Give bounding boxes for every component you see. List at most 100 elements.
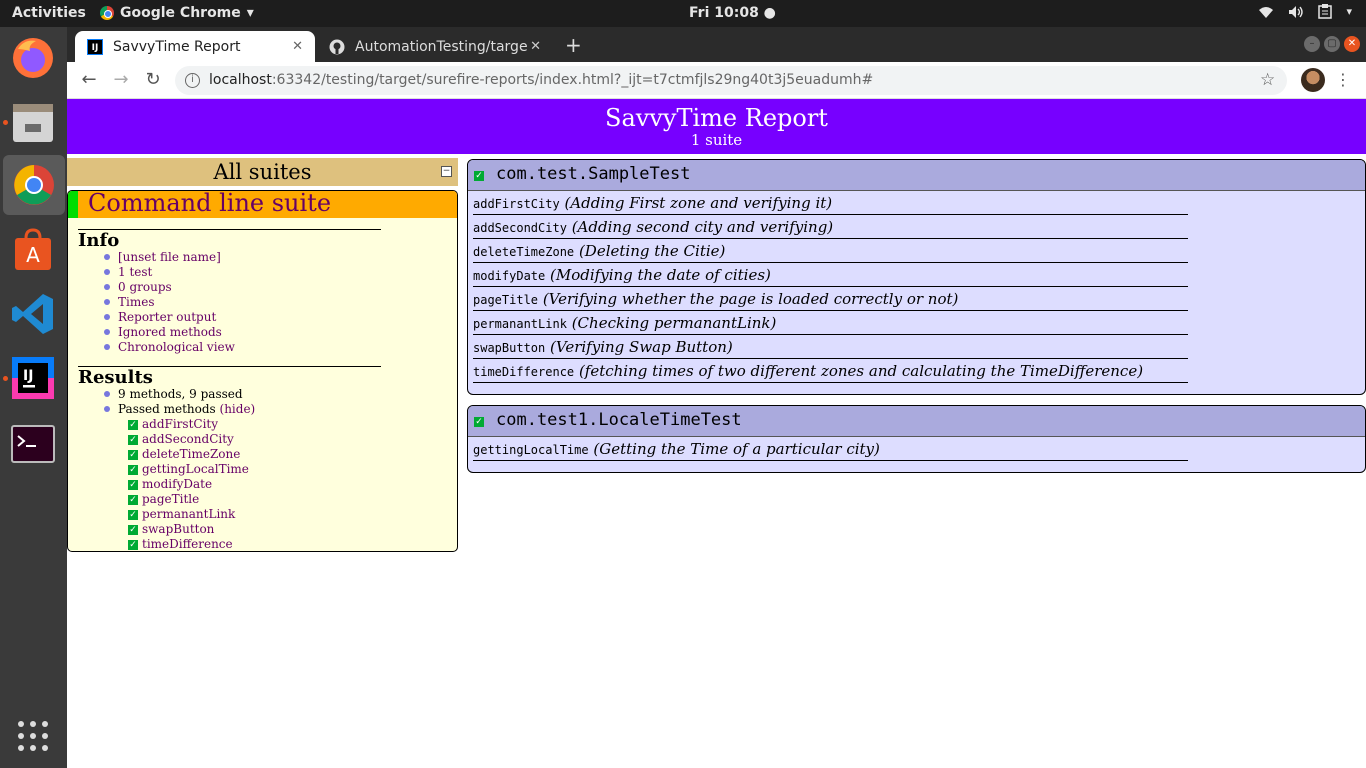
passed-methods-label: Passed methods — [118, 402, 220, 416]
suite-box: Command line suite Info [unset file name… — [67, 190, 458, 552]
checkbox-passed-icon: ✓ — [474, 417, 484, 427]
class-name: com.test.SampleTest — [496, 164, 691, 184]
checkbox-passed-icon: ✓ — [128, 419, 138, 430]
method-name: swapButton — [473, 341, 546, 355]
method-row: modifyDate (Modifying the date of cities… — [473, 263, 1188, 287]
passed-method-item[interactable]: ✓ addSecondCity — [128, 432, 249, 447]
passed-method-item[interactable]: ✓ pageTitle — [128, 492, 249, 507]
method-row: deleteTimeZone (Deleting the Citie) — [473, 239, 1188, 263]
dock: A IJ — [0, 27, 67, 768]
info-link-ignored-methods[interactable]: Ignored methods — [104, 325, 235, 340]
collapse-icon[interactable]: − — [441, 166, 452, 177]
info-link-groups[interactable]: 0 groups — [104, 280, 235, 295]
tab-title: SavvyTime Report — [113, 38, 241, 55]
profile-avatar[interactable] — [1301, 68, 1325, 92]
system-top-bar: Activities Google Chrome ▾ Fri 10:08 ● ▾ — [0, 0, 1366, 27]
close-tab-icon[interactable]: ✕ — [530, 39, 541, 54]
report-title: SavvyTime Report — [605, 104, 828, 132]
hide-link[interactable]: (hide) — [220, 402, 256, 416]
class-panel-sampletest: ✓ com.test.SampleTest addFirstCity (Addi… — [467, 159, 1366, 395]
system-tray[interactable]: ▾ — [1258, 4, 1352, 19]
passed-method-item[interactable]: ✓ permanantLink — [128, 507, 249, 522]
method-name: permanantLink — [473, 317, 567, 331]
divider — [78, 229, 381, 230]
maximize-button[interactable]: ▢ — [1324, 36, 1340, 52]
info-link-chronological-view[interactable]: Chronological view — [104, 340, 235, 355]
method-description: (Adding second city and verifying) — [571, 218, 834, 236]
new-tab-button[interactable]: + — [565, 33, 582, 57]
tab-automationtesting[interactable]: AutomationTesting/targe ✕ — [317, 31, 553, 62]
passed-method-item[interactable]: ✓ gettingLocalTime — [128, 462, 249, 477]
files-icon — [13, 104, 53, 142]
tab-savvytime-report[interactable]: IJ SavvyTime Report ✕ — [75, 31, 315, 62]
app-grid-icon — [18, 721, 48, 751]
suite-bar[interactable]: Command line suite — [68, 191, 457, 218]
passed-method-item[interactable]: ✓ addFirstCity — [128, 417, 249, 432]
passed-method-link[interactable]: pageTitle — [142, 492, 199, 507]
info-link-times[interactable]: Times — [104, 295, 235, 310]
minimize-button[interactable]: – — [1304, 36, 1320, 52]
method-description: (Deleting the Citie) — [578, 242, 726, 260]
passed-method-item[interactable]: ✓ modifyDate — [128, 477, 249, 492]
forward-button[interactable]: → — [109, 68, 133, 92]
firefox-icon — [13, 38, 53, 78]
vscode-icon — [12, 294, 53, 334]
terminal-icon — [11, 425, 55, 463]
reload-button[interactable]: ↻ — [141, 68, 165, 92]
method-row: timeDifference (fetching times of two di… — [473, 359, 1188, 383]
software-center-launcher[interactable]: A — [8, 225, 58, 275]
passed-method-link[interactable]: permanantLink — [142, 507, 235, 522]
intellij-launcher[interactable]: IJ — [8, 353, 58, 403]
files-launcher[interactable] — [8, 97, 58, 147]
suite-status-indicator — [68, 191, 78, 218]
address-bar[interactable]: i localhost:63342/testing/target/surefir… — [175, 66, 1287, 95]
results-list: 9 methods, 9 passed Passed methods (hide… — [104, 387, 255, 417]
info-link-tests[interactable]: 1 test — [104, 265, 235, 280]
site-info-icon[interactable]: i — [185, 73, 200, 88]
info-link-reporter-output[interactable]: Reporter output — [104, 310, 235, 325]
method-description: (Adding First zone and verifying it) — [564, 194, 833, 212]
method-row: addSecondCity (Adding second city and ve… — [473, 215, 1188, 239]
bookmark-star-icon[interactable]: ☆ — [1260, 70, 1275, 90]
passed-method-link[interactable]: gettingLocalTime — [142, 462, 249, 477]
method-description: (Verifying whether the page is loaded co… — [542, 290, 959, 308]
class-name: com.test1.LocaleTimeTest — [496, 410, 742, 430]
back-button[interactable]: ← — [77, 68, 101, 92]
passed-methods-list: ✓ addFirstCity ✓ addSecondCity ✓ deleteTime… — [128, 417, 249, 551]
close-tab-icon[interactable]: ✕ — [292, 39, 303, 54]
chrome-menu-icon[interactable]: ⋮ — [1335, 70, 1351, 89]
passed-method-item[interactable]: ✓ swapButton — [128, 522, 249, 537]
passed-method-link[interactable]: timeDifference — [142, 537, 233, 551]
all-suites-header: All suites − — [67, 158, 458, 186]
terminal-launcher[interactable] — [8, 419, 58, 469]
app-menu[interactable]: Google Chrome ▾ — [100, 5, 254, 21]
passed-method-item[interactable]: ✓ timeDifference — [128, 537, 249, 551]
passed-method-link[interactable]: addFirstCity — [142, 417, 218, 432]
info-link-file-name[interactable]: [unset file name] — [104, 250, 235, 265]
wifi-icon — [1259, 6, 1274, 18]
chevron-down-icon: ▾ — [1346, 5, 1352, 18]
chevron-down-icon: ▾ — [246, 5, 254, 21]
passed-method-link[interactable]: deleteTimeZone — [142, 447, 240, 462]
firefox-launcher[interactable] — [8, 33, 58, 83]
method-name: modifyDate — [473, 269, 546, 283]
chrome-launcher[interactable] — [3, 155, 65, 215]
checkbox-passed-icon: ✓ — [474, 171, 484, 181]
vscode-launcher[interactable] — [8, 289, 58, 339]
passed-method-link[interactable]: addSecondCity — [142, 432, 234, 447]
method-description: (Verifying Swap Button) — [550, 338, 733, 356]
close-window-button[interactable]: ✕ — [1344, 36, 1360, 52]
show-applications-button[interactable] — [8, 711, 58, 761]
passed-method-item[interactable]: ✓ deleteTimeZone — [128, 447, 249, 462]
passed-method-link[interactable]: modifyDate — [142, 477, 212, 492]
browser-toolbar: ← → ↻ i localhost:63342/testing/target/s… — [67, 62, 1366, 99]
passed-methods-item: Passed methods (hide) — [104, 402, 255, 417]
clock[interactable]: Fri 10:08 ● — [689, 5, 776, 21]
method-name: addFirstCity — [473, 197, 560, 211]
checkbox-passed-icon: ✓ — [128, 434, 138, 445]
passed-method-link[interactable]: swapButton — [142, 522, 214, 537]
chrome-icon — [14, 165, 54, 205]
method-description: (Getting the Time of a particular city) — [593, 440, 880, 458]
activities-button[interactable]: Activities — [12, 5, 86, 21]
checkbox-passed-icon: ✓ — [128, 539, 138, 550]
